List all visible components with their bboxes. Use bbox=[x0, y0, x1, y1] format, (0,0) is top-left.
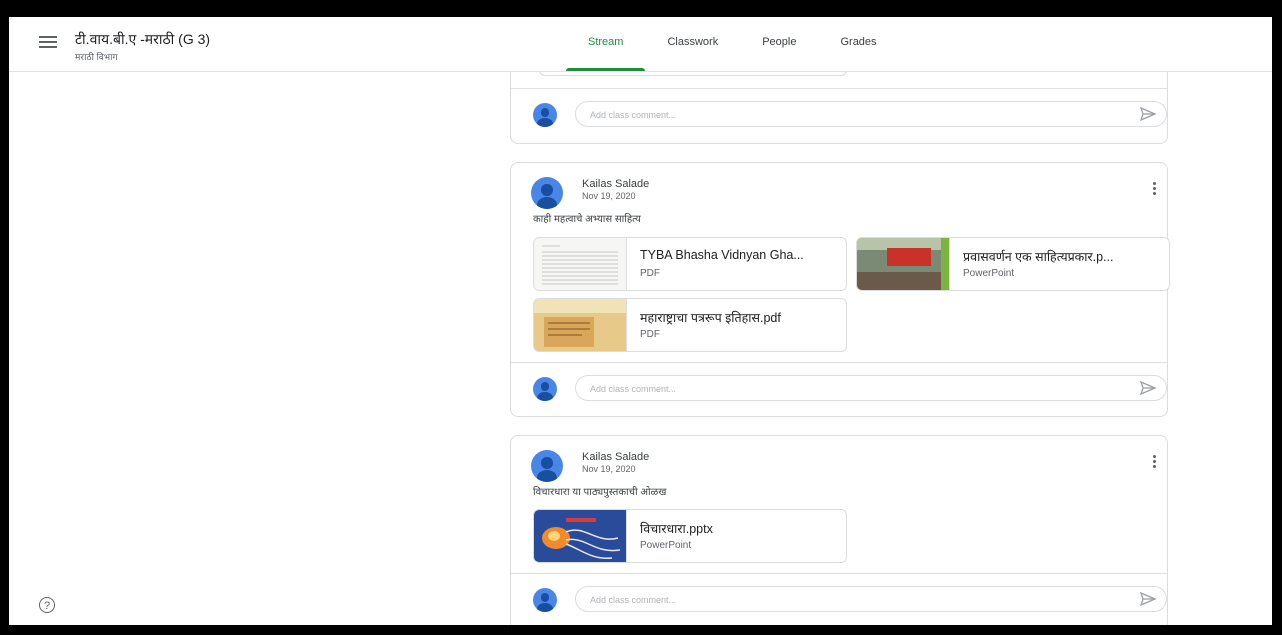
send-icon[interactable] bbox=[1139, 380, 1157, 396]
avatar bbox=[533, 588, 557, 612]
classroom-window: टी.वाय.बी.ए -मराठी (G 3) मराठी विभाग Str… bbox=[9, 17, 1272, 625]
hamburger-menu-icon[interactable] bbox=[39, 33, 57, 51]
comment-row: Add class comment... bbox=[511, 88, 1167, 143]
tab-people[interactable]: People bbox=[740, 17, 818, 71]
nav-tabs: Stream Classwork People Grades bbox=[566, 17, 899, 71]
tab-classwork[interactable]: Classwork bbox=[645, 17, 740, 71]
class-comment-input[interactable]: Add class comment... bbox=[575, 375, 1167, 401]
post-text: काही महत्वाचे अभ्यास साहित्य bbox=[533, 214, 641, 225]
attachment-name: महाराष्ट्राचा पत्ररूप इतिहास.pdf bbox=[640, 311, 781, 325]
attachment-card[interactable]: प्रवासवर्णन एक साहित्यप्रकार.p... PowerP… bbox=[856, 237, 1170, 291]
class-comment-input[interactable]: Add class comment... bbox=[575, 101, 1167, 127]
attachment-type: PowerPoint bbox=[640, 540, 692, 551]
avatar bbox=[533, 103, 557, 127]
post-author: Kailas Salade bbox=[582, 451, 650, 463]
pdf-thumbnail bbox=[534, 238, 627, 290]
post-text: विचारधारा या पाठ्यपुस्तकाची ओळख bbox=[533, 487, 667, 498]
slides-thumbnail bbox=[534, 510, 627, 562]
attachment-name: विचारधारा.pptx bbox=[640, 522, 713, 536]
post-card: Kailas Salade Nov 19, 2020 काही महत्वाचे… bbox=[510, 162, 1170, 417]
post-author: Kailas Salade bbox=[582, 178, 650, 190]
avatar bbox=[531, 177, 563, 209]
tab-grades[interactable]: Grades bbox=[818, 17, 898, 71]
help-icon[interactable]: ? bbox=[39, 597, 55, 613]
avatar bbox=[531, 450, 563, 482]
comment-row: Add class comment... bbox=[511, 573, 1167, 625]
class-comment-input[interactable]: Add class comment... bbox=[575, 586, 1167, 612]
attachment-type: PowerPoint bbox=[963, 268, 1015, 279]
send-icon[interactable] bbox=[1139, 106, 1157, 122]
slides-thumbnail bbox=[857, 238, 950, 290]
attachment-type: PDF bbox=[640, 329, 660, 340]
class-title[interactable]: टी.वाय.बी.ए -मराठी (G 3) bbox=[75, 30, 210, 49]
post-date: Nov 19, 2020 bbox=[582, 464, 636, 474]
post-card: Kailas Salade Nov 19, 2020 विचारधारा या … bbox=[510, 435, 1168, 625]
pdf-thumbnail bbox=[534, 299, 627, 351]
attachment-type: PDF bbox=[640, 268, 660, 279]
more-vert-icon[interactable] bbox=[1151, 455, 1157, 471]
comment-row: Add class comment... bbox=[511, 362, 1167, 417]
attachment-card[interactable]: महाराष्ट्राचा पत्ररूप इतिहास.pdf PDF bbox=[533, 298, 847, 352]
attachment-name: TYBA Bhasha Vidnyan Gha... bbox=[640, 248, 804, 262]
attachment-card[interactable]: TYBA Bhasha Vidnyan Gha... PDF bbox=[533, 237, 847, 291]
tab-stream[interactable]: Stream bbox=[566, 17, 646, 71]
post-date: Nov 19, 2020 bbox=[582, 191, 636, 201]
avatar bbox=[533, 377, 557, 401]
class-section: मराठी विभाग bbox=[75, 52, 118, 62]
attachment-card[interactable]: विचारधारा.pptx PowerPoint bbox=[533, 509, 847, 563]
more-vert-icon[interactable] bbox=[1151, 182, 1157, 198]
top-bar: टी.वाय.बी.ए -मराठी (G 3) मराठी विभाग Str… bbox=[9, 17, 1272, 72]
send-icon[interactable] bbox=[1139, 591, 1157, 607]
attachment-name: प्रवासवर्णन एक साहित्यप्रकार.p... bbox=[963, 250, 1114, 264]
